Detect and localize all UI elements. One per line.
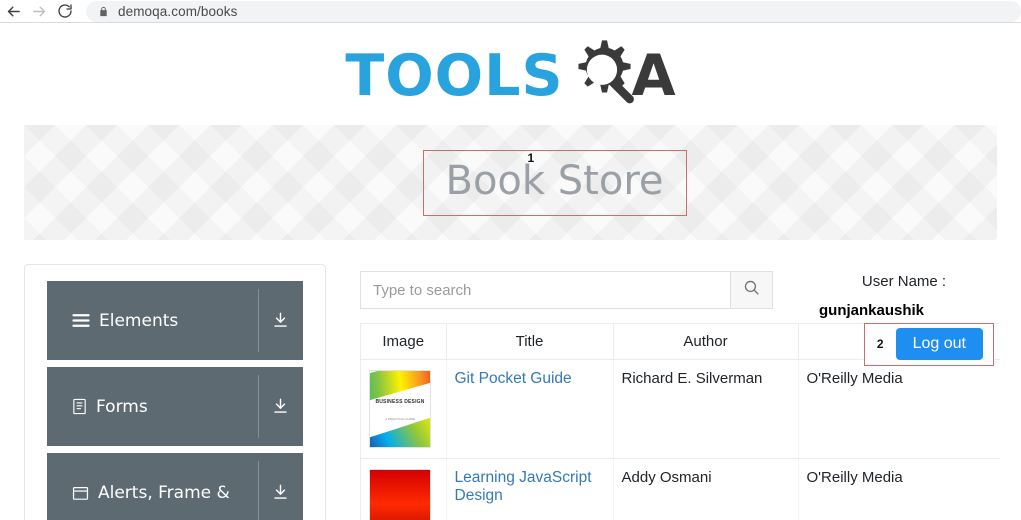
logout-button[interactable]: Log out	[895, 328, 983, 360]
sidebar-item-label: Forms	[96, 396, 148, 417]
cell-image: BUSINESS DESIGN A PRACTICAL GUIDE	[361, 359, 447, 459]
reload-icon	[57, 3, 73, 19]
book-title-link[interactable]: Learning JavaScript Design	[455, 469, 592, 504]
sidebar-divider	[258, 375, 259, 438]
table-row: BUSINESS DESIGN A PRACTICAL GUIDE Git Po…	[361, 359, 1000, 459]
lock-icon	[98, 5, 109, 18]
cell-image	[361, 458, 447, 520]
book-store-panel: User Name : gunjankaushik 2 Log out Imag…	[326, 264, 1000, 520]
book-cover-thumbnail[interactable]: BUSINESS DESIGN A PRACTICAL GUIDE	[369, 370, 431, 448]
logo-text-tools: TOOLS	[345, 42, 564, 109]
back-arrow-icon	[5, 3, 22, 20]
window-icon	[72, 485, 89, 501]
annotation-marker-1: 1	[527, 150, 535, 165]
column-header-author[interactable]: Author	[613, 324, 799, 360]
sidebar-item-elements-label-wrap: Elements	[47, 311, 178, 331]
table-body: BUSINESS DESIGN A PRACTICAL GUIDE Git Po…	[361, 359, 1000, 520]
main-content: Elements Forms Alerts, Frame & Type to s…	[0, 240, 1021, 520]
sidebar-item-forms-label-wrap: Forms	[47, 397, 148, 417]
cell-author: Richard E. Silverman	[613, 359, 799, 459]
reload-button[interactable]	[52, 0, 78, 22]
sidebar-item-label: Elements	[99, 310, 179, 331]
logout-annotation-box: 2 Log out	[863, 323, 994, 366]
cell-publisher: O'Reilly Media	[798, 359, 1000, 459]
logo-text-a: A	[631, 42, 676, 109]
sidebar-divider	[258, 289, 259, 352]
address-bar[interactable]: demoqa.com/books	[86, 0, 1021, 22]
back-button[interactable]	[0, 0, 26, 22]
table-row: Learning JavaScript Design Addy Osmani O…	[361, 458, 1000, 520]
cell-title: Learning JavaScript Design	[446, 458, 614, 520]
user-info: User Name : gunjankaushik 2 Log out	[809, 264, 999, 366]
book-cover-thumbnail[interactable]	[369, 469, 431, 520]
sidebar-item-alerts-frame[interactable]: Alerts, Frame &	[47, 453, 303, 520]
cell-title: Git Pocket Guide	[446, 359, 614, 459]
red-book-cover	[370, 470, 430, 520]
column-header-title[interactable]: Title	[446, 324, 614, 360]
page-banner: 1 Book Store	[24, 125, 997, 240]
cover-subtitle-text: A PRACTICAL GUIDE	[385, 417, 415, 421]
forward-arrow-icon	[31, 3, 48, 20]
column-header-image[interactable]: Image	[361, 324, 447, 360]
search-input[interactable]	[360, 271, 730, 309]
cell-author: Addy Osmani	[613, 458, 799, 520]
download-icon[interactable]	[266, 479, 294, 507]
sidebar-panel: Elements Forms Alerts, Frame &	[24, 264, 326, 520]
cell-publisher: O'Reilly Media	[798, 458, 1000, 520]
download-icon[interactable]	[266, 393, 294, 421]
user-name-value: gunjankaushik	[819, 302, 925, 319]
search-icon	[743, 279, 760, 301]
business-design-cover: BUSINESS DESIGN A PRACTICAL GUIDE	[370, 371, 430, 447]
book-store-annotation-box: 1 Book Store	[422, 149, 687, 216]
user-name-label: User Name :	[861, 273, 947, 290]
toolsqa-logo[interactable]: TOOLS A	[345, 32, 676, 121]
sidebar-item-label: Alerts, Frame &	[98, 482, 230, 503]
sidebar-item-alerts-label-wrap: Alerts, Frame &	[47, 483, 230, 503]
cover-title-text: BUSINESS DESIGN	[375, 399, 425, 405]
page-content: TOOLS A 1 Book Store Elements Forms Aler…	[0, 23, 1021, 520]
search-button[interactable]	[730, 271, 773, 309]
search-box	[360, 271, 773, 309]
sidebar-divider	[258, 461, 259, 520]
page-title: Book Store	[445, 157, 664, 204]
sidebar-item-forms[interactable]: Forms	[47, 367, 303, 446]
document-icon	[72, 398, 87, 415]
download-icon[interactable]	[266, 307, 294, 335]
sidebar-item-elements[interactable]: Elements	[47, 281, 303, 360]
url-text: demoqa.com/books	[118, 3, 238, 19]
forward-button[interactable]	[26, 0, 52, 22]
search-and-user-row: User Name : gunjankaushik 2 Log out	[360, 264, 999, 366]
annotation-marker-2: 2	[876, 336, 884, 351]
hamburger-menu-icon	[72, 313, 90, 328]
browser-toolbar: demoqa.com/books	[0, 0, 1021, 23]
site-header: TOOLS A	[0, 23, 1021, 123]
book-title-link[interactable]: Git Pocket Guide	[455, 370, 572, 387]
